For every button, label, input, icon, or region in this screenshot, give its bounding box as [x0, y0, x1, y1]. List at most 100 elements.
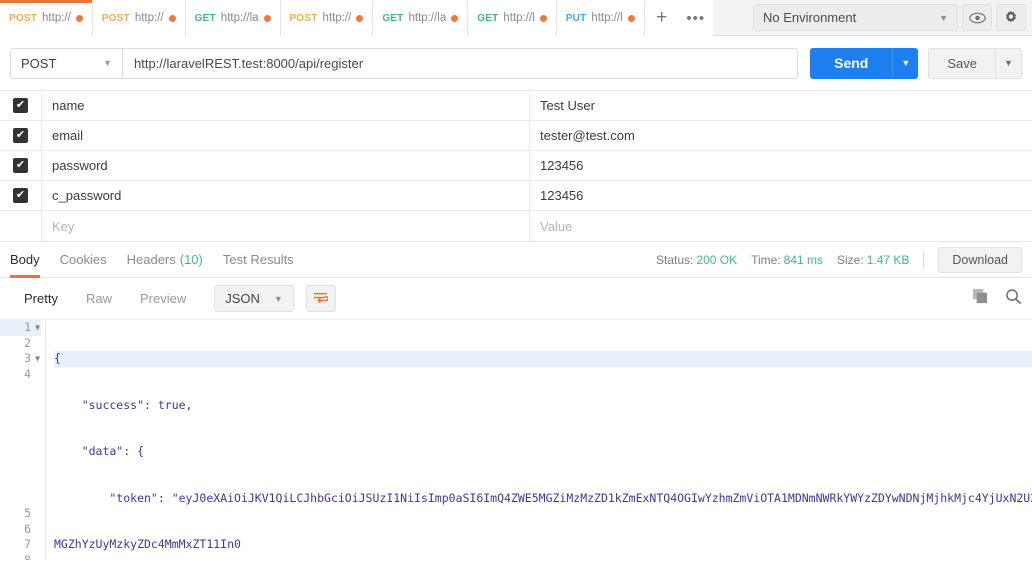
table-row-empty[interactable]: Key Value [0, 211, 1032, 241]
environment-area: No Environment ▼ [753, 0, 1032, 35]
tab-method-label: POST [101, 12, 130, 24]
line-number: 7 [0, 537, 41, 553]
row-checkbox-cell[interactable]: ✔ [0, 121, 42, 150]
save-options-button[interactable]: ▼ [996, 47, 1022, 79]
row-checkbox[interactable] [13, 219, 28, 234]
tab-method-label: POST [289, 12, 318, 24]
row-value-input[interactable]: Test User [530, 91, 1032, 120]
tab-options-button[interactable]: ••• [678, 0, 713, 36]
request-url-bar: POST ▼ http://laravelREST.test:8000/api/… [0, 36, 1032, 91]
response-format-select[interactable]: JSON ▼ [214, 285, 294, 312]
wrap-lines-button[interactable] [305, 285, 336, 312]
row-checkbox-cell[interactable]: ✔ [0, 91, 42, 120]
http-method-select[interactable]: POST ▼ [10, 47, 122, 79]
url-input[interactable]: http://laravelREST.test:8000/api/registe… [122, 47, 799, 79]
row-value-input[interactable]: 123456 [530, 181, 1032, 210]
row-checkbox[interactable]: ✔ [13, 98, 28, 113]
new-value-input[interactable]: Value [530, 211, 1032, 241]
code-line: "token": "eyJ0eXAiOiJKV1QiLCJhbGciOiJSUz… [54, 490, 1032, 505]
tab-url-label: http:// [134, 12, 164, 24]
line-number-text: 3 [24, 351, 31, 365]
tab-method-label: GET [477, 12, 499, 24]
line-number-gutter: 1 ▼ 2 3 ▼ 4 5 6 7 8 [0, 320, 46, 560]
headers-count-badge: (10) [179, 252, 203, 267]
gear-icon [1005, 10, 1017, 22]
environment-quick-look-button[interactable] [962, 4, 992, 31]
tab-cookies[interactable]: Cookies [60, 242, 107, 278]
copy-icon [972, 288, 988, 303]
size-value: 1.47 KB [866, 252, 910, 267]
tab-method-label: GET [382, 12, 404, 24]
row-checkbox[interactable]: ✔ [13, 158, 28, 173]
status-label: Status: [656, 252, 694, 267]
response-body-viewer[interactable]: 1 ▼ 2 3 ▼ 4 5 6 7 8 { "success": true, "da… [0, 320, 1032, 560]
row-checkbox-cell[interactable]: ✔ [0, 181, 42, 210]
row-key-input[interactable]: email [42, 121, 530, 150]
download-button[interactable]: Download [938, 246, 1022, 273]
search-icon [1006, 288, 1022, 304]
line-number [0, 491, 41, 507]
environment-select[interactable]: No Environment ▼ [753, 4, 958, 31]
line-number-text: 1 [24, 320, 31, 334]
line-number-text: 2 [24, 335, 31, 350]
row-checkbox-cell[interactable]: ✔ [0, 151, 42, 180]
code-line: "data": { [54, 444, 145, 458]
request-tab[interactable]: GET http://l [468, 0, 557, 36]
row-checkbox-cell[interactable] [0, 211, 42, 241]
settings-button[interactable] [996, 4, 1026, 31]
request-tab[interactable]: GET http://la [185, 0, 281, 36]
status-stat: Status: 200 OK [656, 253, 737, 267]
line-number: 8 [0, 553, 41, 561]
new-key-input[interactable]: Key [42, 211, 530, 241]
row-value-input[interactable]: 123456 [530, 151, 1032, 180]
eye-icon [968, 12, 986, 23]
unsaved-dot-icon [168, 14, 176, 22]
tab-url-label: http://l [591, 12, 623, 24]
tab-test-results[interactable]: Test Results [223, 242, 294, 278]
request-tab[interactable]: GET http://la [373, 0, 469, 36]
fold-icon[interactable]: ▼ [35, 320, 40, 336]
copy-button[interactable] [972, 288, 989, 310]
line-number [0, 475, 41, 491]
line-number [0, 429, 41, 445]
save-button[interactable]: Save [928, 47, 996, 79]
http-method-label: POST [21, 55, 57, 71]
new-tab-button[interactable]: + [644, 0, 679, 36]
code-line: { [54, 351, 1032, 367]
row-checkbox[interactable]: ✔ [13, 128, 28, 143]
line-number: 6 [0, 522, 41, 538]
table-row[interactable]: ✔ name Test User [0, 91, 1032, 121]
request-tab[interactable]: POST http:// [280, 0, 374, 36]
line-number: 2 [0, 336, 41, 352]
line-number [0, 398, 41, 414]
tab-headers[interactable]: Headers (10) [127, 242, 203, 278]
body-params-table: ✔ name Test User ✔ email tester@test.com… [0, 91, 1032, 242]
search-button[interactable] [1005, 288, 1022, 310]
line-number [0, 413, 41, 429]
request-tab[interactable]: POST http:// [92, 0, 186, 36]
tab-bar: POST http:// POST http:// GET http://la … [0, 0, 1032, 36]
send-button[interactable]: Send [810, 47, 893, 79]
table-row[interactable]: ✔ email tester@test.com [0, 121, 1032, 151]
row-checkbox[interactable]: ✔ [13, 188, 28, 203]
send-options-button[interactable]: ▼ [892, 47, 919, 79]
tab-url-label: http://la [408, 12, 447, 24]
time-label: Time: [751, 252, 781, 267]
request-tab[interactable]: PUT http://l [556, 0, 645, 36]
row-value-input[interactable]: tester@test.com [530, 121, 1032, 150]
row-key-input[interactable]: name [42, 91, 530, 120]
view-mode-pretty[interactable]: Pretty [10, 291, 72, 306]
row-key-input[interactable]: c_password [42, 181, 530, 210]
viewer-actions [972, 288, 1022, 310]
fold-icon[interactable]: ▼ [35, 351, 40, 367]
line-number-text: 7 [24, 537, 31, 551]
table-row[interactable]: ✔ password 123456 [0, 151, 1032, 181]
view-mode-raw[interactable]: Raw [72, 291, 126, 306]
row-key-input[interactable]: password [42, 151, 530, 180]
response-format-label: JSON [225, 291, 260, 306]
table-row[interactable]: ✔ c_password 123456 [0, 181, 1032, 211]
tab-body[interactable]: Body [10, 242, 40, 278]
tab-body-label: Body [10, 252, 40, 267]
view-mode-preview[interactable]: Preview [126, 291, 200, 306]
request-tab[interactable]: POST http:// [0, 0, 93, 36]
